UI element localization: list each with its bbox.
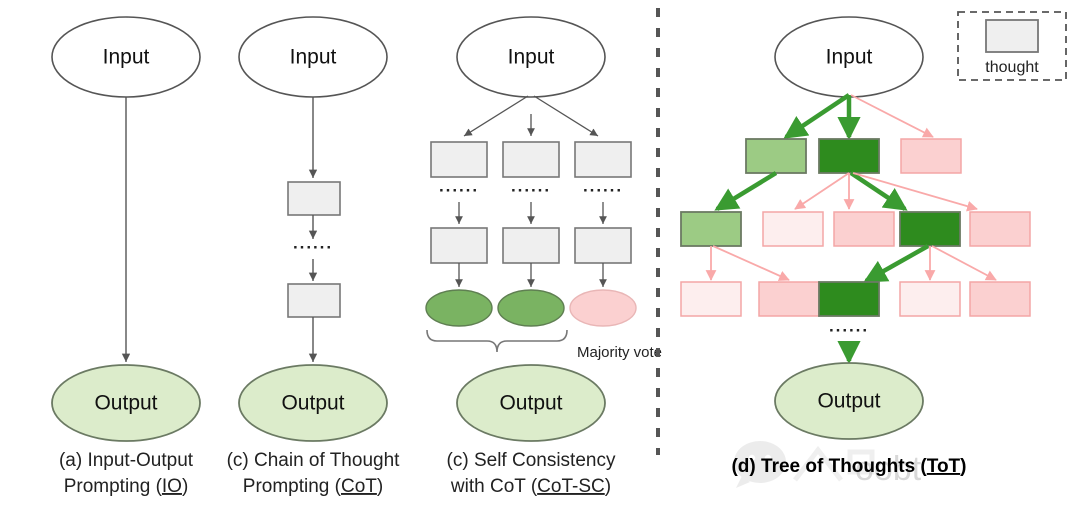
cotsc-ellipsis-dots-3: ······ xyxy=(583,181,623,200)
tot-node-r3c2 xyxy=(758,281,820,317)
tot-node-r1c1 xyxy=(745,138,807,174)
cot-input-label: Input xyxy=(290,46,337,69)
cot-thought-box-2 xyxy=(287,283,341,318)
tot-edge-root-to-r1c1 xyxy=(783,93,851,139)
cotsc-thought-box-1-1 xyxy=(430,141,488,178)
tot-node-r2c1 xyxy=(680,211,742,247)
tot-caption-suffix: ) xyxy=(960,456,966,477)
cotsc-ellipsis-dots-2: ······ xyxy=(511,181,551,200)
tot-caption-prefix: (d) Tree of Thoughts ( xyxy=(731,456,927,477)
tot-node-r2c4 xyxy=(899,211,961,247)
tot-edge-root-to-r1c3 xyxy=(850,94,934,138)
legend-thought-label: thought xyxy=(985,59,1039,76)
cotsc-arrow-branch-left xyxy=(463,95,529,137)
panel-io: Input Output (a) Input-Output Prompting … xyxy=(51,16,201,497)
tot-input-label: Input xyxy=(826,46,873,69)
cotsc-thought-box-3-2 xyxy=(574,227,632,264)
tot-edge-r2c4-to-r3c5 xyxy=(931,245,997,281)
tot-edge-r1c1-to-r2c1 xyxy=(714,171,778,211)
panel-cot-sc: Input ······ ······ ······ Majority vote… xyxy=(425,16,662,497)
tot-edge-r1c2-to-r2c5 xyxy=(852,172,978,212)
cotsc-thought-box-3-1 xyxy=(574,141,632,178)
tot-edge-r1c2-to-r2c2 xyxy=(794,172,850,210)
tot-node-r1c2 xyxy=(818,138,880,174)
cot-thought-box-1 xyxy=(287,181,341,216)
tot-node-r3c5 xyxy=(969,281,1031,317)
tot-node-r2c3 xyxy=(833,211,895,247)
cot-output-label: Output xyxy=(281,392,344,415)
tot-ellipsis-dots: ······ xyxy=(829,321,869,340)
panel-tot: Input ······ Output oobt (d) Tree of Tho… xyxy=(680,16,1031,488)
cotsc-result-node-1 xyxy=(425,289,493,327)
cotsc-caption-suffix: ) xyxy=(605,476,611,497)
panel-cot: Input ······ Output (c) Chain of Thought… xyxy=(227,16,401,497)
cot-caption-suffix: ) xyxy=(377,476,383,497)
cotsc-thought-box-1-2 xyxy=(430,227,488,264)
tot-node-r2c2 xyxy=(762,211,824,247)
cotsc-arrow-branch-right xyxy=(533,95,599,137)
io-input-label: Input xyxy=(103,46,150,69)
io-caption-line2: Prompting (IO) xyxy=(64,476,189,497)
io-caption-abbr: IO xyxy=(162,476,182,497)
tot-caption-abbr: ToT xyxy=(927,456,961,477)
cotsc-thought-box-2-2 xyxy=(502,227,560,264)
figure-root: Input Output (a) Input-Output Prompting … xyxy=(0,0,1080,515)
cotsc-majority-brace xyxy=(426,329,568,353)
legend-thought-swatch xyxy=(985,19,1039,53)
cotsc-ellipsis-dots-1: ······ xyxy=(439,181,479,200)
cotsc-caption-line1: (c) Self Consistency xyxy=(447,450,616,471)
cotsc-caption-abbr: CoT-SC xyxy=(537,476,605,497)
cot-caption-prefix: Prompting ( xyxy=(243,476,342,497)
cotsc-output-label: Output xyxy=(499,392,562,415)
cotsc-majority-vote-label: Majority vote xyxy=(577,344,662,361)
cot-caption-line2: Prompting (CoT) xyxy=(243,476,383,497)
cot-ellipsis-dots: ······ xyxy=(293,238,333,257)
cotsc-thought-box-2-1 xyxy=(502,141,560,178)
cotsc-caption-line2: with CoT (CoT-SC) xyxy=(450,476,611,497)
tot-edge-r2c1-to-r3c2 xyxy=(712,245,790,281)
cotsc-input-label: Input xyxy=(508,46,555,69)
io-caption-suffix: ) xyxy=(182,476,188,497)
tot-edge-r2c4-to-r3c3 xyxy=(863,244,930,283)
cotsc-caption-prefix: with CoT ( xyxy=(450,476,538,497)
tot-node-r2c5 xyxy=(969,211,1031,247)
diagram-canvas: Input Output (a) Input-Output Prompting … xyxy=(51,8,1067,497)
io-caption-line1: (a) Input-Output xyxy=(59,450,194,471)
tot-caption: (d) Tree of Thoughts (ToT) xyxy=(731,456,966,477)
cotsc-result-node-2 xyxy=(497,289,565,327)
cot-caption-line1: (c) Chain of Thought xyxy=(227,450,401,471)
tot-node-r3c1 xyxy=(680,281,742,317)
cot-caption-abbr: CoT xyxy=(341,476,377,497)
tot-node-r1c3 xyxy=(900,138,962,174)
io-output-label: Output xyxy=(94,392,157,415)
tot-node-r3c4 xyxy=(899,281,961,317)
io-caption-prefix: Prompting ( xyxy=(64,476,163,497)
legend-box: thought xyxy=(957,11,1067,81)
cotsc-result-node-3 xyxy=(569,289,637,327)
tot-node-r3c3 xyxy=(818,281,880,317)
tot-edge-r1c2-to-r2c4 xyxy=(849,171,908,211)
tot-output-label: Output xyxy=(817,390,880,413)
